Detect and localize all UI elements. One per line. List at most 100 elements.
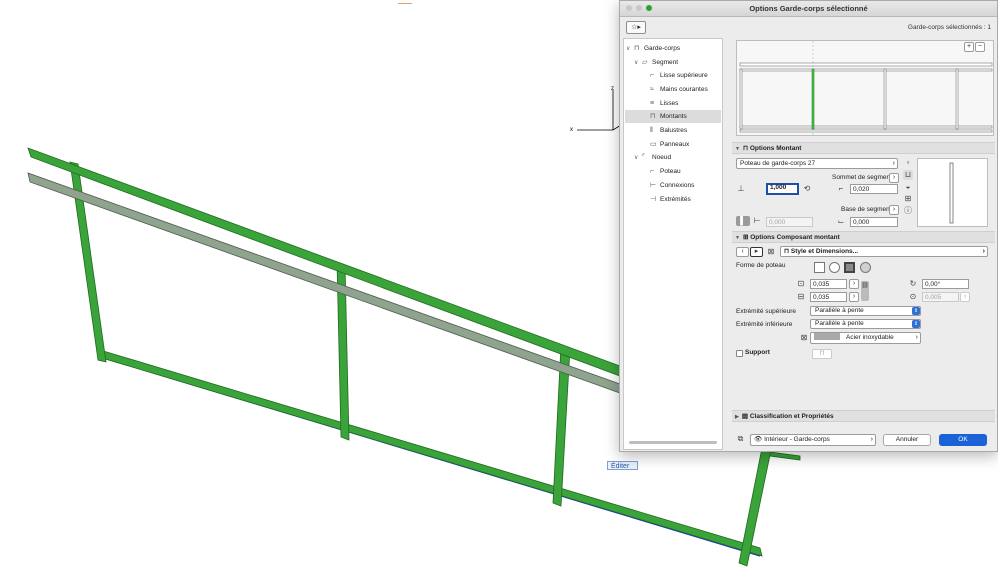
classification-icon: ▤ <box>741 413 750 420</box>
segment-preview[interactable]: + − <box>736 40 994 136</box>
top-rail-icon: ⌐ <box>650 72 655 79</box>
tree-item-lisse-superieure[interactable]: ⌐ Lisse supérieure <box>650 69 708 82</box>
ends-icon: ⊣ <box>650 196 657 203</box>
title-bar[interactable]: Options Garde-corps sélectionné <box>620 1 997 17</box>
shape-circle-button[interactable] <box>829 262 840 273</box>
view-marker <box>398 0 412 4</box>
tree-item-connexions[interactable]: ⊢ Connexions <box>650 179 694 192</box>
tree-item-garde-corps[interactable]: ∨ ⊓ Garde-corps <box>626 42 680 55</box>
view-square-icon[interactable]: ▫ <box>903 158 913 168</box>
selection-count: Garde-corps sélectionnés : 1 <box>907 24 991 31</box>
style-icon: ⊓ <box>784 248 791 255</box>
chevron-down-icon[interactable]: ∨ <box>634 57 642 70</box>
tree-item-poteau[interactable]: ⌐ Poteau <box>650 165 681 178</box>
minus-icon: − <box>977 43 983 50</box>
view-3d-icon[interactable]: ◒ <box>903 182 913 192</box>
info-icon[interactable]: ⓘ <box>903 206 913 216</box>
tree-item-segment[interactable]: ∨ ▱ Segment <box>634 56 678 69</box>
chevron-down-icon[interactable]: ∨ <box>634 152 642 165</box>
depth-button[interactable]: › <box>849 292 859 302</box>
settings-tree[interactable]: ∨ ⊓ Garde-corps ∨ ▱ Segment ⌐ Lisse supérieur… <box>623 38 723 450</box>
tree-item-extremites[interactable]: ⊣ Extrémités <box>650 193 691 206</box>
material-popup[interactable]: Acier inoxydable › <box>810 332 921 344</box>
star-icon: ☆▸ <box>631 24 641 31</box>
link-icon[interactable]: ⟲ <box>802 184 812 194</box>
chevron-right-icon: ▸ <box>754 248 759 255</box>
width-button[interactable]: › <box>849 279 859 289</box>
view-elevation-icon[interactable]: ⊞ <box>903 194 913 204</box>
tree-item-balustres[interactable]: ‖ Balustres <box>650 124 687 137</box>
top-of-segment-button[interactable]: › <box>889 173 899 183</box>
material-swatch <box>814 333 840 340</box>
tilt-icon: ⊙ <box>909 292 917 301</box>
offset-icon: ⊢ <box>753 216 761 225</box>
anchor-toggle-icon[interactable]: ▌ <box>736 216 750 226</box>
style-dimensions-popup[interactable]: ⊓ Style et Dimensions... › <box>780 246 988 257</box>
post-type-popup[interactable]: Poteau de garde-corps 27 › <box>736 158 898 169</box>
view-plan-icon[interactable]: ⊔ <box>903 170 913 180</box>
top-end-select[interactable]: Parallèle à pente ⇕ <box>810 306 921 316</box>
chain-link-icon[interactable]: ⛓ <box>861 281 869 301</box>
edit-tag[interactable]: Éditer <box>607 461 638 470</box>
previous-page-button[interactable]: ‹ <box>736 247 749 257</box>
options-montant-header[interactable]: ▼ ⊓ Options Montant <box>732 142 995 154</box>
base-of-segment-button[interactable]: › <box>889 205 899 215</box>
tree-item-mains-courantes[interactable]: ≈ Mains courantes <box>650 83 708 96</box>
bottom-end-select[interactable]: Parallèle à pente ⇕ <box>810 319 921 329</box>
width-field[interactable]: 0,035 <box>810 279 847 289</box>
tree-item-noeud[interactable]: ∨ ⌜ Noeud <box>634 151 671 164</box>
baluster-icon: ‖ <box>650 127 653 134</box>
ok-button[interactable]: OK <box>939 434 987 446</box>
triangle-down-icon: ▼ <box>735 235 740 241</box>
post-mini-preview <box>917 158 988 227</box>
chevron-right-icon: › <box>892 206 896 213</box>
handrail-icon: ≈ <box>650 86 654 93</box>
shape-label: Forme de poteau <box>736 262 786 269</box>
top-rail-end[interactable] <box>769 451 801 461</box>
pole-icon: ⌐ <box>650 168 655 175</box>
support-icon: ⊓ <box>819 350 825 357</box>
rotation-icon: ↻ <box>909 279 917 288</box>
depth-icon: ⊟ <box>797 292 805 301</box>
options-composant-header[interactable]: ▼ ⊞ Options Composant montant <box>732 231 995 243</box>
post-settings-icon: ⊓ <box>742 145 750 152</box>
support-settings-button[interactable]: ⊓ <box>812 349 832 359</box>
base-offset-field[interactable]: 0,000 <box>850 217 898 227</box>
component-style-icon: ⊠ <box>767 247 775 256</box>
railing-settings-dialog[interactable]: Options Garde-corps sélectionné ☆▸ Garde… <box>619 0 998 452</box>
depth-field[interactable]: 0,035 <box>810 292 847 302</box>
support-checkbox[interactable] <box>736 350 743 357</box>
tree-item-lisses[interactable]: ≡ Lisses <box>650 97 678 110</box>
favorites-button[interactable]: ☆▸ <box>626 21 646 34</box>
triangle-right-icon: ▶ <box>735 414 739 420</box>
post-height-field[interactable]: 1,000 <box>766 183 799 195</box>
shape-square-filled-button[interactable] <box>844 262 855 273</box>
classification-header[interactable]: ▶ ▤ Classification et Propriétés <box>732 410 995 422</box>
chevron-right-icon: › <box>915 334 918 341</box>
shape-square-button[interactable] <box>814 262 825 273</box>
shape-circle-filled-button[interactable] <box>860 262 871 273</box>
tree-item-panneaux[interactable]: ▭ Panneaux <box>650 138 689 151</box>
top-rail[interactable] <box>27 147 621 377</box>
settings-panel: + − ▼ ⊓ Options Montant Poteau de garde-c… <box>726 38 996 450</box>
chevron-right-icon: › <box>892 174 896 181</box>
top-offset-field[interactable]: 0,020 <box>850 184 898 194</box>
layer-popup[interactable]: 👁 Intérieur - Garde-corps › <box>750 434 876 446</box>
chevron-down-icon[interactable]: ∨ <box>626 43 634 56</box>
chevron-right-icon: › <box>852 293 856 300</box>
rotation-angle-field[interactable]: 0,00° <box>922 279 969 289</box>
dialog-title: Options Garde-corps sélectionné <box>749 4 868 13</box>
zoom-in-button[interactable]: + <box>964 42 974 52</box>
lateral-offset-field[interactable]: 0,000 <box>766 217 813 227</box>
post-icon: ⊓ <box>650 113 656 120</box>
next-page-button[interactable]: ▸ <box>750 247 763 257</box>
zoom-out-button[interactable]: − <box>975 42 985 52</box>
tree-item-montants[interactable]: ⊓ Montants <box>650 110 687 123</box>
tilt-field[interactable]: 0,005 <box>922 292 959 302</box>
cancel-button[interactable]: Annuler <box>883 434 931 446</box>
tilt-button[interactable]: › <box>960 292 970 302</box>
tree-scrollbar[interactable] <box>629 441 717 444</box>
segment-icon: ▱ <box>642 59 648 66</box>
material-icon: ⊠ <box>800 333 808 342</box>
top-end-label: Extrémité supérieure <box>736 308 796 315</box>
